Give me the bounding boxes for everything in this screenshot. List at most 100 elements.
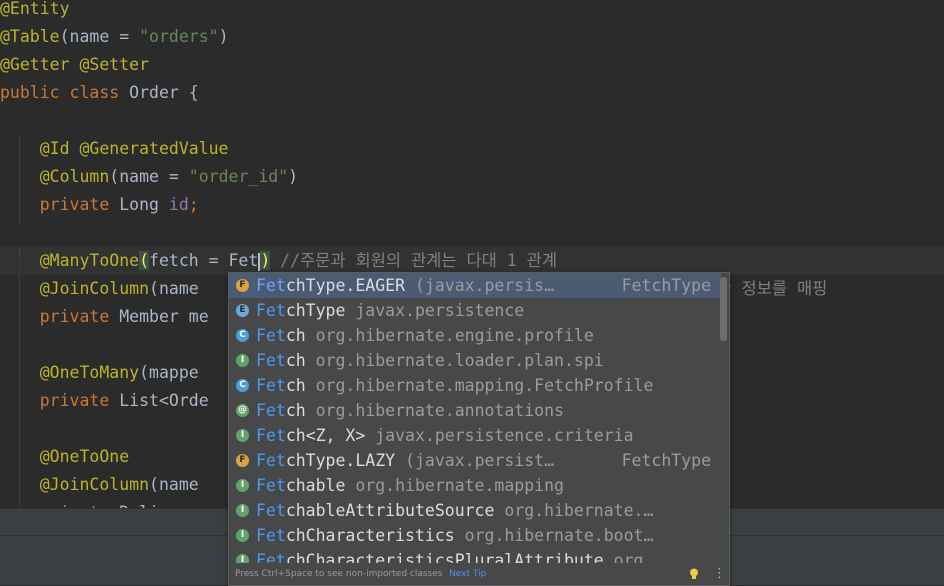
completion-item-text: FetchableAttributeSource org.hibernate.… [256, 498, 653, 523]
code-token: (mappe [139, 363, 199, 382]
completion-scrollbar[interactable] [720, 277, 727, 341]
code-line[interactable]: @Entity [0, 0, 944, 23]
code-line[interactable]: @Getter @Setter [0, 51, 944, 79]
code-token: @Entity [0, 0, 70, 18]
completion-name: chType.LAZY [285, 451, 396, 470]
completion-match: Fet [256, 501, 286, 520]
completion-name: ch [285, 376, 306, 395]
completion-package: javax.persistence.criteria [365, 426, 634, 445]
completion-item[interactable]: F FetchType.EAGER (javax.persis… FetchType [229, 273, 721, 298]
code-token: "orders" [139, 27, 219, 46]
completion-item-text: Fetch org.hibernate.annotations [256, 398, 564, 423]
completion-package: javax.persistence [345, 301, 525, 320]
completion-match: Fet [256, 326, 286, 345]
completion-item[interactable]: I FetchCharacteristics org.hibernate.boot… [229, 523, 721, 548]
completion-item-text: FetchType javax.persistence [256, 298, 524, 323]
completion-item-text: FetchCharacteristics org.hibernate.boot… [256, 523, 653, 548]
code-line[interactable] [0, 219, 944, 247]
completion-name: chable [285, 476, 346, 495]
code-token: ( [139, 251, 150, 270]
completion-item[interactable]: F FetchType.LAZY (javax.persist… FetchType [229, 448, 721, 473]
code-line[interactable] [0, 107, 944, 135]
completion-name: chType [285, 301, 346, 320]
next-tip-link[interactable]: Next Tip [449, 563, 486, 585]
class-icon: C [236, 329, 249, 342]
completion-package: org.hibernate.mapping [345, 476, 564, 495]
completion-item-text: Fetchable org.hibernate.mapping [256, 473, 564, 498]
completion-item-text: Fetch org.hibernate.engine.profile [256, 323, 594, 348]
annotation-icon: @ [236, 404, 249, 417]
code-token: @Getter @Setter [0, 55, 150, 74]
completion-match: Fet [256, 401, 286, 420]
completion-match: Fet [256, 276, 286, 295]
code-line[interactable]: public class Order { [0, 79, 944, 107]
code-token: ) [288, 167, 299, 186]
completion-item[interactable]: I Fetch<Z, X> javax.persistence.criteria [229, 423, 721, 448]
completion-match: Fet [256, 376, 286, 395]
completion-item-text: FetchType.LAZY (javax.persist… [256, 448, 554, 473]
interface-icon: I [236, 429, 249, 442]
code-token: @OneToMany [39, 363, 140, 382]
completion-match: Fet [256, 476, 286, 495]
interface-icon: I [236, 354, 249, 367]
code-token: private [39, 195, 120, 214]
completion-match: Fet [256, 526, 286, 545]
code-token: ) [218, 27, 229, 46]
completion-item[interactable]: @ Fetch org.hibernate.annotations [229, 398, 721, 423]
code-token: Long [119, 195, 169, 214]
completion-name: chableAttributeSource [285, 501, 495, 520]
code-token: (name = [109, 167, 189, 186]
code-token: public class [0, 83, 130, 102]
code-token: (name [149, 475, 199, 494]
interface-icon: I [236, 504, 249, 517]
more-options-icon[interactable]: ⋮ [713, 563, 726, 585]
completion-name: ch<Z, X> [285, 426, 366, 445]
code-token: "order_id" [188, 167, 289, 186]
interface-icon: I [236, 529, 249, 542]
code-token: //주문과 회원의 관계는 다대 1 관계 [270, 251, 557, 270]
completion-package: org.hibernate.loader.plan.spi [305, 351, 604, 370]
code-token: ) [260, 251, 271, 270]
class-icon: C [236, 379, 249, 392]
code-token: List<Orde [119, 391, 209, 410]
completion-item[interactable]: I FetchableAttributeSource org.hibernate.… [229, 498, 721, 523]
completion-name: chCharacteristics [285, 526, 455, 545]
field-icon: F [236, 454, 249, 467]
code-token: (name = [59, 27, 140, 46]
code-line[interactable]: @ManyToOne(fetch = Fet) //주문과 회원의 관계는 다대… [0, 247, 944, 275]
completion-item[interactable]: C Fetch org.hibernate.engine.profile [229, 323, 721, 348]
completion-match: Fet [256, 451, 286, 470]
code-token: id [168, 195, 189, 214]
code-line[interactable]: private Long id; [0, 191, 944, 219]
indent-guide [19, 136, 20, 224]
code-token: fetch = Fet [149, 251, 259, 270]
code-token: ; [188, 195, 199, 214]
code-token: private [39, 307, 120, 326]
field-icon: F [236, 279, 249, 292]
completion-item[interactable]: I Fetchable org.hibernate.mapping [229, 473, 721, 498]
interface-icon: I [236, 479, 249, 492]
completion-item[interactable]: E FetchType javax.persistence [229, 298, 721, 323]
code-token: private [39, 391, 120, 410]
code-token: @Column [39, 167, 110, 186]
code-line[interactable]: @Id @GeneratedValue [0, 135, 944, 163]
code-token: Order { [129, 83, 199, 102]
code-token: @OneToOne [39, 447, 130, 466]
completion-item-text: Fetch org.hibernate.loader.plan.spi [256, 348, 604, 373]
completion-package: org.hibernate.… [494, 501, 654, 520]
completion-item[interactable]: C Fetch org.hibernate.mapping.FetchProfil… [229, 373, 721, 398]
indent-guide [19, 248, 20, 508]
code-line[interactable]: @Table(name = "orders") [0, 23, 944, 51]
lightbulb-icon[interactable] [689, 568, 699, 580]
code-completion-popup[interactable]: F FetchType.EAGER (javax.persis… FetchType… [228, 272, 730, 586]
completion-type: FetchType [621, 451, 711, 470]
code-token: @JoinColumn [39, 279, 150, 298]
code-token: (name [149, 279, 199, 298]
completion-type: FetchType [621, 276, 711, 295]
completion-item-text: FetchType.EAGER (javax.persis… [256, 273, 554, 298]
code-token: @JoinColumn [39, 475, 150, 494]
completion-item[interactable]: I Fetch org.hibernate.loader.plan.spi [229, 348, 721, 373]
code-line[interactable]: @Column(name = "order_id") [0, 163, 944, 191]
completion-hint-text: Press Ctrl+Space to see non-imported cla… [235, 569, 443, 579]
completion-name: ch [285, 401, 306, 420]
